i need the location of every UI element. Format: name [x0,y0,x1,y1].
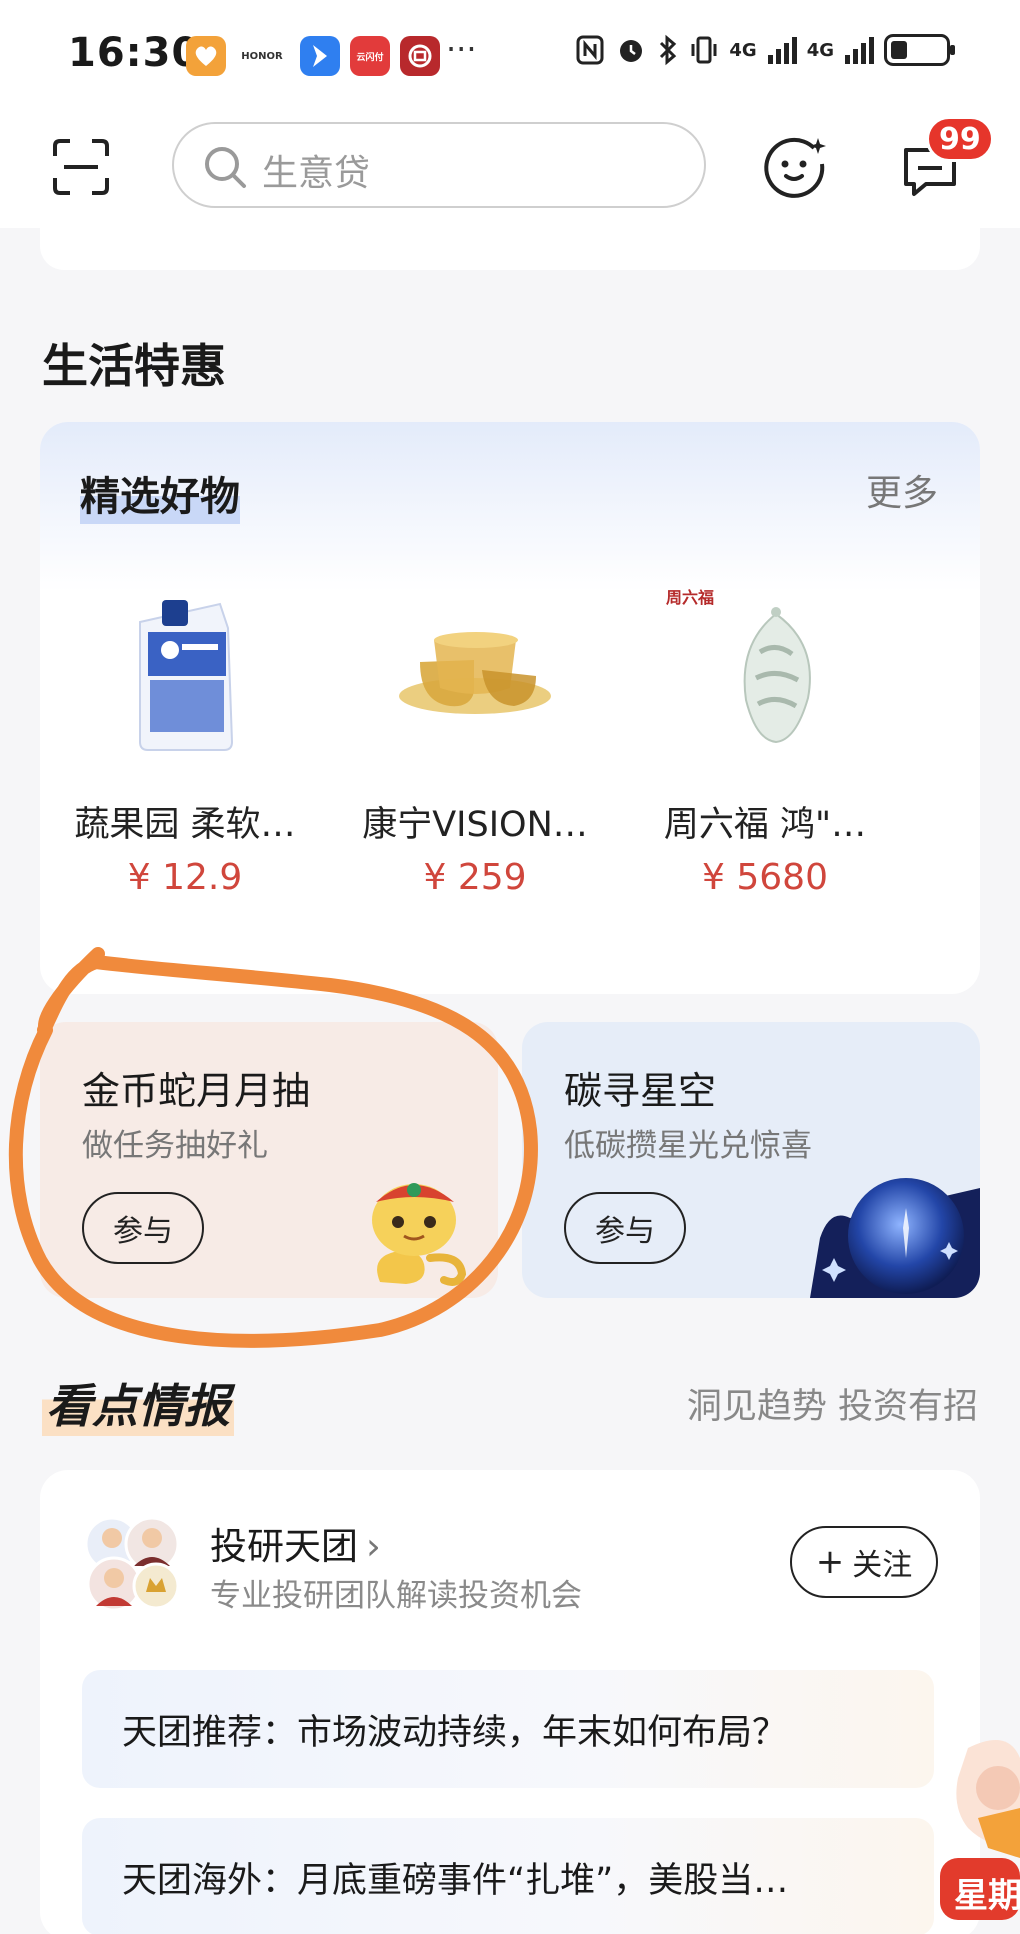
follow-button[interactable]: + 关注 [790,1526,938,1598]
yunshanfu-app-icon: 云闪付 [350,36,390,76]
product-name: 周六福 鸿"… [663,805,867,845]
top-header: 生意贷 99 [0,110,1020,228]
promo-card-snake-lottery[interactable]: 金币蛇月月抽 做任务抽好礼 参与 [40,1022,498,1298]
floating-widget-label: 星期 [954,1876,1020,1916]
detergent-bottle-image [100,592,270,762]
icbc-app-icon [400,36,440,76]
signal-bars-1-icon [767,37,797,64]
news-item[interactable]: 天团推荐：市场波动持续，年末如何布局？ [82,1670,934,1788]
product-item[interactable]: 康宁VISION… ¥ 259 [330,592,620,898]
status-bar: 16:30 HONOR 云闪付 ··· 4G 4G [0,0,1020,110]
floating-activity-widget[interactable]: 星期 [938,1728,1020,1934]
message-badge: 99 [926,116,994,162]
promo-title: 金币蛇月月抽 [82,1069,311,1113]
search-icon [205,147,246,188]
signal-label-2: 4G [806,39,834,61]
promo-title: 碳寻星空 [564,1069,717,1113]
bluetooth-icon [660,34,677,66]
promo-card-carbon-stars[interactable]: 碳寻星空 低碳攒星光兑惊喜 参与 [522,1022,980,1298]
news-text: 天团海外：月底重磅事件“扎堆”，美股当… [122,1860,789,1901]
product-price: ¥ 259 [423,857,527,898]
alarm-icon [620,40,643,62]
chevron-right-icon: › [366,1525,381,1568]
blue-planet-icon [810,1178,980,1298]
team-name-text: 投研天团 [210,1525,358,1568]
scan-icon[interactable] [52,138,110,196]
zhouliufu-logo: 周六福 [666,588,715,607]
blue-arrow-app-icon [300,36,340,76]
vibrate-icon [691,36,717,64]
product-name: 康宁VISION… [362,805,588,845]
insights-slogan: 洞见趋势 投资有招 [686,1387,978,1427]
signal-label-1: 4G [729,39,757,61]
system-status-icons: 4G 4G [575,34,955,66]
product-item[interactable]: 蔬果园 柔软… ¥ 12.9 [40,592,330,898]
team-description: 专业投研团队解读投资机会 [210,1578,582,1614]
signal-bars-2-icon [845,37,874,64]
product-name: 蔬果园 柔软… [74,805,296,845]
research-team-card: 投研天团 › 专业投研团队解读投资机会 + 关注 天团推荐：市场波动持续，年末如何… [40,1470,980,1934]
follow-label: 关注 [852,1548,913,1583]
status-time: 16:30 [68,30,201,76]
amber-glass-cookware-image [390,592,560,762]
join-button[interactable]: 参与 [564,1192,686,1264]
product-price: ¥ 5680 [702,857,828,898]
team-name[interactable]: 投研天团 › [210,1516,381,1570]
search-placeholder: 生意贷 [262,153,371,194]
jade-pendant-image: 周六福 [666,588,850,762]
product-item[interactable]: 周六福 周六福 鸿"… ¥ 5680 [620,588,910,898]
more-link[interactable]: 更多 [866,464,938,516]
golden-snake-mascot-icon [372,1183,467,1286]
featured-goods-card: 精选好物 更多 蔬果园 柔软… ¥ 12.9 康宁VISION… ¥ 259 周… [40,422,980,994]
featured-goods-title: 精选好物 [80,462,240,524]
join-button[interactable]: 参与 [82,1192,204,1264]
battery-icon [884,34,955,66]
previous-card-bottom [40,228,980,270]
honor-app-icon: HONOR [236,36,288,76]
promo-subtitle: 做任务抽好礼 [82,1128,268,1164]
team-avatars [84,1516,180,1612]
section-title-insights: 看点情报 [42,1370,234,1436]
promo-subtitle: 低碳攒星光兑惊喜 [564,1128,812,1164]
news-text: 天团推荐：市场波动持续，年末如何布局？ [122,1712,788,1753]
nfc-icon [576,35,604,65]
more-notifications-icon: ··· [446,30,477,68]
assistant-face-icon[interactable] [762,134,828,200]
heart-app-icon [186,36,226,76]
news-item[interactable]: 天团海外：月底重磅事件“扎堆”，美股当… [82,1818,934,1934]
section-title-life-deals: 生活特惠 [42,339,226,393]
search-input[interactable]: 生意贷 [172,122,706,208]
plus-icon: + [815,1542,845,1582]
product-price: ¥ 12.9 [127,857,243,898]
